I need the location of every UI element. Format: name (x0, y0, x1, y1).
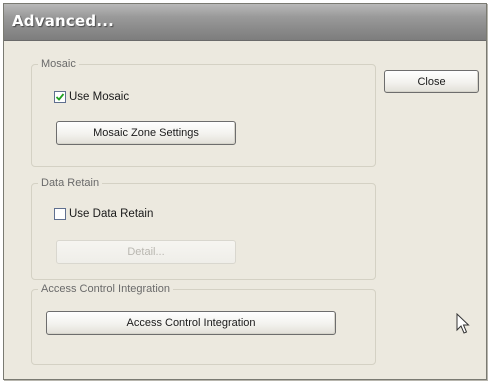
mosaic-group: Mosaic (31, 57, 376, 167)
access-control-integration-button[interactable]: Access Control Integration (46, 311, 336, 335)
use-mosaic-checkbox[interactable] (54, 91, 66, 103)
mouse-pointer-icon (456, 313, 470, 334)
close-button[interactable]: Close (384, 70, 479, 93)
detail-button[interactable]: Detail... (56, 240, 236, 264)
use-mosaic-checkbox-row[interactable]: Use Mosaic (54, 91, 129, 103)
title-bar[interactable]: Advanced... (4, 4, 486, 41)
window-title: Advanced... (12, 12, 115, 30)
advanced-dialog: Advanced... Mosaic Use Mosaic Mosaic Zon… (3, 3, 487, 380)
check-icon (55, 93, 65, 101)
data-retain-group: Data Retain (31, 176, 376, 280)
use-data-retain-checkbox[interactable] (54, 208, 66, 220)
mosaic-zone-settings-button[interactable]: Mosaic Zone Settings (56, 121, 236, 145)
use-data-retain-checkbox-row[interactable]: Use Data Retain (54, 208, 153, 220)
access-control-group-title: Access Control Integration (38, 282, 174, 296)
data-retain-group-title: Data Retain (38, 176, 103, 190)
mosaic-group-title: Mosaic (38, 57, 79, 71)
use-mosaic-label: Use Mosaic (69, 91, 130, 103)
use-data-retain-label: Use Data Retain (69, 208, 154, 220)
